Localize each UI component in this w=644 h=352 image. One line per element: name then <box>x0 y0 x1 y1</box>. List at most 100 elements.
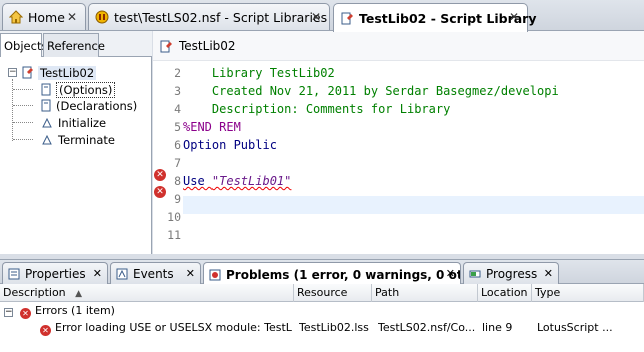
code-line: %END REM <box>183 120 241 134</box>
column-label: Resource <box>297 286 348 299</box>
tree-guide <box>13 89 33 90</box>
column-header-description[interactable]: Description ▲ <box>0 284 294 302</box>
description-text: Error loading USE or USELSX module: Test… <box>55 321 292 334</box>
use-keyword: Use <box>183 174 212 188</box>
editor-header: TestLib02 <box>153 31 644 61</box>
database-icon <box>95 10 109 24</box>
home-icon <box>9 10 23 24</box>
document-icon <box>40 83 52 96</box>
tree-guide <box>13 122 33 123</box>
close-icon[interactable]: ✕ <box>93 267 102 280</box>
tree-guide <box>13 139 33 140</box>
code-line: Option Public <box>183 138 277 152</box>
tree-item-label: (Options) <box>56 81 116 98</box>
column-label: Path <box>375 286 400 299</box>
line-number-gutter: 2 3 4 5 6 7 8 9 10 11 <box>153 61 183 254</box>
tab-label: Objects <box>4 38 48 53</box>
close-icon[interactable]: ✕ <box>186 267 195 280</box>
code-area[interactable]: Library TestLib02 Created Nov 21, 2011 b… <box>183 61 644 254</box>
close-icon[interactable]: ✕ <box>446 267 455 280</box>
tree-item-declarations[interactable]: (Declarations) <box>40 97 137 114</box>
tab-label: Home <box>28 9 65 25</box>
close-icon[interactable]: ✕ <box>311 10 321 24</box>
close-icon[interactable]: ✕ <box>67 10 77 24</box>
column-label: Description <box>3 286 66 299</box>
triangle-icon <box>42 134 52 145</box>
close-icon[interactable]: ✕ <box>544 267 553 280</box>
column-header-path[interactable]: Path <box>372 284 478 302</box>
tree-item-options[interactable]: (Options) <box>40 81 116 98</box>
code-line: Library TestLib02 <box>183 66 335 80</box>
code-line-error: Use "TestLib01" <box>183 172 644 190</box>
tab-reference[interactable]: Reference <box>43 33 105 57</box>
problems-view: Description ▲ Resource Path Location Typ… <box>0 284 644 352</box>
code-line: Created Nov 21, 2011 by Serdar Basegmez/… <box>183 84 559 98</box>
tab-events[interactable]: Events ✕ <box>110 262 201 285</box>
group-label: ✕ Errors (1 item) <box>20 302 115 320</box>
triangle-icon <box>42 117 52 128</box>
column-header-type[interactable]: Type <box>532 284 644 302</box>
tab-properties[interactable]: Properties ✕ <box>2 262 108 285</box>
script-library-icon <box>159 39 173 53</box>
line-number: 10 <box>167 210 181 224</box>
line-number: 6 <box>174 138 181 152</box>
view-tab-strip: Properties ✕ Events ✕ Problems (1 error,… <box>0 259 644 286</box>
tree-item-label: (Declarations) <box>56 98 138 113</box>
tree-item-terminate[interactable]: Terminate <box>42 131 115 148</box>
problem-type: LotusScript ... <box>537 321 613 334</box>
tree-item-label: Terminate <box>58 132 115 147</box>
error-marker-icon[interactable]: ✕ <box>154 169 166 181</box>
column-label: Type <box>535 286 561 299</box>
problem-description: ✕ Error loading USE or USELSX module: Tes… <box>40 319 292 337</box>
tree-guide <box>13 105 33 106</box>
outline-tabs: Objects Reference <box>0 31 152 57</box>
problem-path: TestLS02.nsf/Co... <box>378 321 476 334</box>
outline-pane: Objects Reference − TestLib02 (Options) … <box>0 31 152 254</box>
tab-problems[interactable]: Problems (1 error, 0 warnings, 0 oth... … <box>203 262 461 286</box>
problem-resource: TestLib02.lss <box>299 321 369 334</box>
editor-title: TestLib02 <box>179 38 236 53</box>
tab-label: test\TestLS02.nsf - Script Libraries <box>114 9 328 25</box>
collapse-icon[interactable]: − <box>8 68 17 77</box>
tab-objects[interactable]: Objects <box>0 33 47 57</box>
sort-ascending-icon: ▲ <box>75 289 83 299</box>
group-text: Errors (1 item) <box>35 304 115 317</box>
column-header-location[interactable]: Location <box>478 284 532 302</box>
line-number: 4 <box>174 102 181 116</box>
error-icon: ✕ <box>40 325 51 336</box>
close-icon[interactable]: ✕ <box>509 10 519 24</box>
code-line: Description: Comments for Library <box>183 102 451 116</box>
table-row[interactable]: ✕ Error loading USE or USELSX module: Tes… <box>0 319 644 337</box>
tree-item-label: Initialize <box>58 115 107 130</box>
collapse-icon[interactable]: − <box>4 302 13 320</box>
tab-label: Progress <box>486 267 538 281</box>
tab-home[interactable]: Home ✕ <box>2 3 86 30</box>
script-library-icon <box>340 11 354 25</box>
problems-icon <box>209 269 221 281</box>
line-number: 7 <box>174 156 181 170</box>
line-number: 11 <box>167 228 181 242</box>
tab-label: Problems (1 error, 0 warnings, 0 oth... <box>226 267 461 282</box>
properties-icon <box>8 268 20 280</box>
progress-icon <box>469 268 481 280</box>
column-label: Location <box>481 286 528 299</box>
error-icon: ✕ <box>20 308 31 319</box>
problem-group-row[interactable]: − ✕ Errors (1 item) <box>0 302 644 320</box>
tab-progress[interactable]: Progress ✕ <box>463 262 559 285</box>
tab-testlib02[interactable]: TestLib02 - Script Library ✕ <box>333 3 537 32</box>
tree-root-label: TestLib02 <box>38 65 97 80</box>
code-editor[interactable]: TestLib02 2 3 4 5 6 7 8 9 10 11 ✕ ✕ Libr… <box>153 31 644 254</box>
column-header-resource[interactable]: Resource <box>294 284 372 302</box>
tree-item-initialize[interactable]: Initialize <box>42 114 106 131</box>
problem-location: line 9 <box>482 321 513 334</box>
tab-script-libraries[interactable]: test\TestLS02.nsf - Script Libraries ✕ <box>88 3 330 30</box>
module-string: "TestLib01" <box>211 174 292 188</box>
tree-root[interactable]: − TestLib02 <box>8 64 97 81</box>
error-marker-icon[interactable]: ✕ <box>154 186 166 198</box>
line-number: 3 <box>174 84 181 98</box>
line-number: 2 <box>174 66 181 80</box>
script-library-icon <box>21 66 34 79</box>
